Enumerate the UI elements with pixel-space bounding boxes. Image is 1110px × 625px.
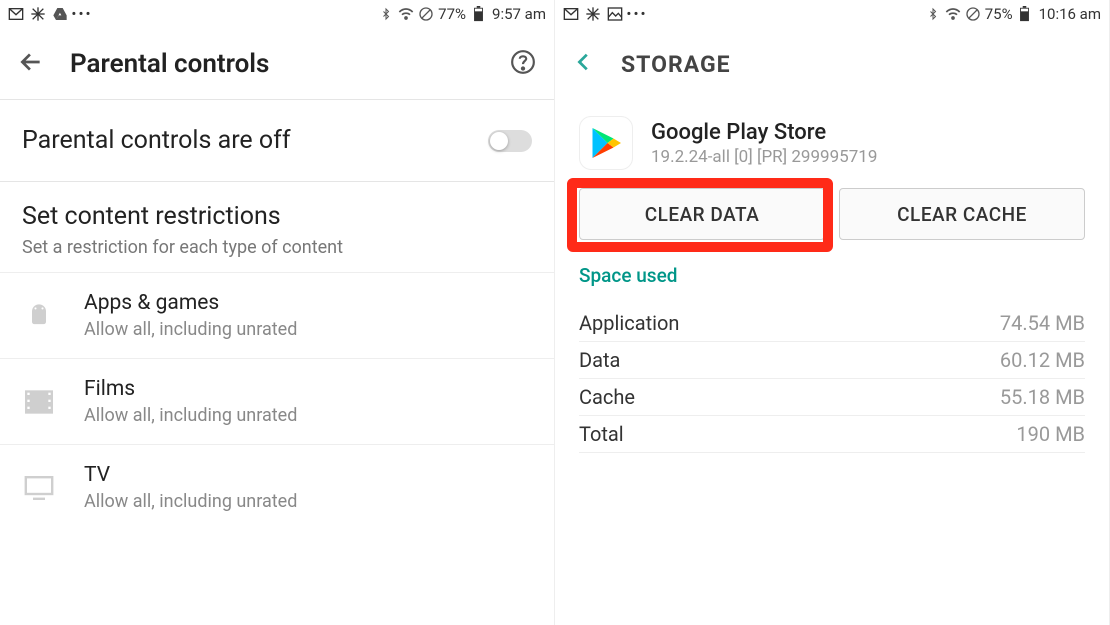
row-value: 55.18 MB (1000, 385, 1085, 409)
back-arrow-icon[interactable] (18, 49, 44, 79)
status-bar: ••• 75% 10:16 am (555, 0, 1109, 28)
bluetooth-icon (378, 6, 394, 22)
row-value: 74.54 MB (1000, 311, 1085, 335)
item-subtitle: Allow all, including unrated (84, 405, 297, 426)
section-header: Set content restrictions Set a restricti… (0, 182, 554, 272)
storage-row-cache: Cache 55.18 MB (579, 379, 1085, 416)
item-films[interactable]: Films Allow all, including unrated (0, 358, 554, 444)
section-heading: Set content restrictions (22, 202, 532, 231)
clear-cache-button[interactable]: CLEAR CACHE (839, 188, 1085, 240)
item-subtitle: Allow all, including unrated (84, 319, 297, 340)
item-title: TV (84, 463, 297, 487)
parental-toggle-row[interactable]: Parental controls are off (0, 100, 554, 182)
help-icon[interactable] (510, 49, 536, 79)
row-label: Data (579, 348, 620, 372)
no-signal-icon (965, 6, 981, 22)
gmail-icon (563, 6, 579, 22)
section-subtitle: Set a restriction for each type of conte… (22, 237, 532, 258)
wifi-icon (398, 6, 414, 22)
screen-parental-controls: ••• 77% 9:57 am Parental controls (0, 0, 555, 625)
screen-storage: ••• 75% 10:16 am STORAGE (555, 0, 1110, 625)
clear-data-button[interactable]: CLEAR DATA (579, 188, 825, 240)
app-name: Google Play Store (651, 120, 877, 145)
no-signal-icon (418, 6, 434, 22)
more-icon: ••• (74, 6, 90, 22)
more-icon: ••• (629, 6, 645, 22)
drive-icon (52, 6, 68, 22)
battery-percent: 75% (985, 5, 1013, 23)
space-used-label: Space used (555, 246, 1109, 293)
storage-table: Application 74.54 MB Data 60.12 MB Cache… (555, 293, 1109, 465)
clock: 9:57 am (492, 5, 546, 23)
item-apps-games[interactable]: Apps & games Allow all, including unrate… (0, 272, 554, 358)
item-tv[interactable]: TV Allow all, including unrated (0, 444, 554, 530)
tv-icon (22, 471, 56, 505)
row-label: Cache (579, 385, 635, 409)
item-subtitle: Allow all, including unrated (84, 491, 297, 512)
film-icon (22, 385, 56, 419)
clock: 10:16 am (1039, 5, 1101, 23)
back-chevron-icon[interactable] (573, 51, 595, 77)
button-row: CLEAR DATA CLEAR CACHE (555, 178, 1109, 246)
storage-row-total: Total 190 MB (579, 416, 1085, 453)
status-bar: ••• 77% 9:57 am (0, 0, 554, 28)
item-title: Films (84, 377, 297, 401)
picture-icon (607, 6, 623, 22)
battery-icon (470, 6, 486, 22)
toggle-switch[interactable] (488, 130, 532, 152)
app-info-row: Google Play Store 19.2.24-all [0] [PR] 2… (555, 100, 1109, 178)
toggle-label: Parental controls are off (22, 126, 291, 155)
wifi-icon (945, 6, 961, 22)
row-label: Application (579, 311, 679, 335)
page-title: Parental controls (70, 49, 510, 79)
gmail-icon (8, 6, 24, 22)
play-store-icon (579, 116, 633, 170)
header-bar: STORAGE (555, 28, 1109, 100)
storage-row-application: Application 74.54 MB (579, 305, 1085, 342)
app-version: 19.2.24-all [0] [PR] 299995719 (651, 147, 877, 167)
battery-percent: 77% (438, 5, 466, 23)
storage-row-data: Data 60.12 MB (579, 342, 1085, 379)
row-label: Total (579, 422, 624, 446)
row-value: 60.12 MB (1000, 348, 1085, 372)
snowflake-icon (585, 6, 601, 22)
battery-icon (1017, 6, 1033, 22)
bluetooth-icon (925, 6, 941, 22)
item-title: Apps & games (84, 291, 297, 315)
row-value: 190 MB (1016, 422, 1085, 446)
page-title: STORAGE (621, 51, 1091, 78)
snowflake-icon (30, 6, 46, 22)
android-icon (22, 299, 56, 333)
header-bar: Parental controls (0, 28, 554, 100)
